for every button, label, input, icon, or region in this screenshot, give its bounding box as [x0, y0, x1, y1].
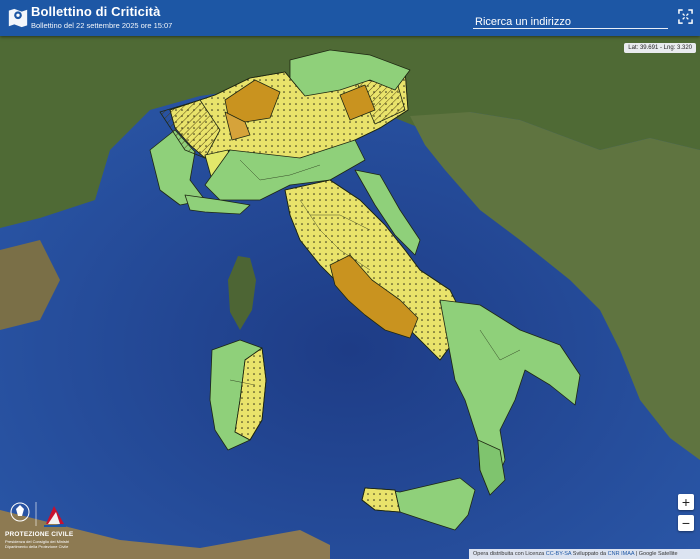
search-input[interactable]: [473, 16, 672, 28]
developer-link[interactable]: CNR IMAA: [608, 551, 635, 557]
attribution-prefix: Opera distribuita con Licenza: [473, 551, 545, 557]
fullscreen-icon[interactable]: [678, 9, 693, 24]
attribution-suffix: | Google Satellite: [635, 551, 678, 557]
bulletin-date: Bollettino del 22 settembre 2025 ore 15:…: [31, 21, 173, 30]
search-field[interactable]: [473, 12, 672, 29]
attribution-middle: Sviluppato da: [572, 551, 607, 557]
license-link[interactable]: CC-BY-SA: [546, 551, 571, 557]
map-pin-icon: [8, 8, 28, 28]
protezione-civile-logo: [10, 502, 66, 527]
map-view[interactable]: [0, 36, 700, 559]
satellite-map: [0, 36, 700, 559]
coordinates-readout: Lat: 39.691 - Lng: 3.320: [624, 43, 696, 53]
zoom-in-button[interactable]: +: [678, 494, 694, 510]
page-title: Bollettino di Criticità: [31, 4, 161, 19]
app-header: Bollettino di Criticità Bollettino del 2…: [0, 0, 700, 36]
map-attribution: Opera distribuita con Licenza CC-BY-SA S…: [469, 549, 700, 559]
zoom-out-button[interactable]: −: [678, 515, 694, 531]
